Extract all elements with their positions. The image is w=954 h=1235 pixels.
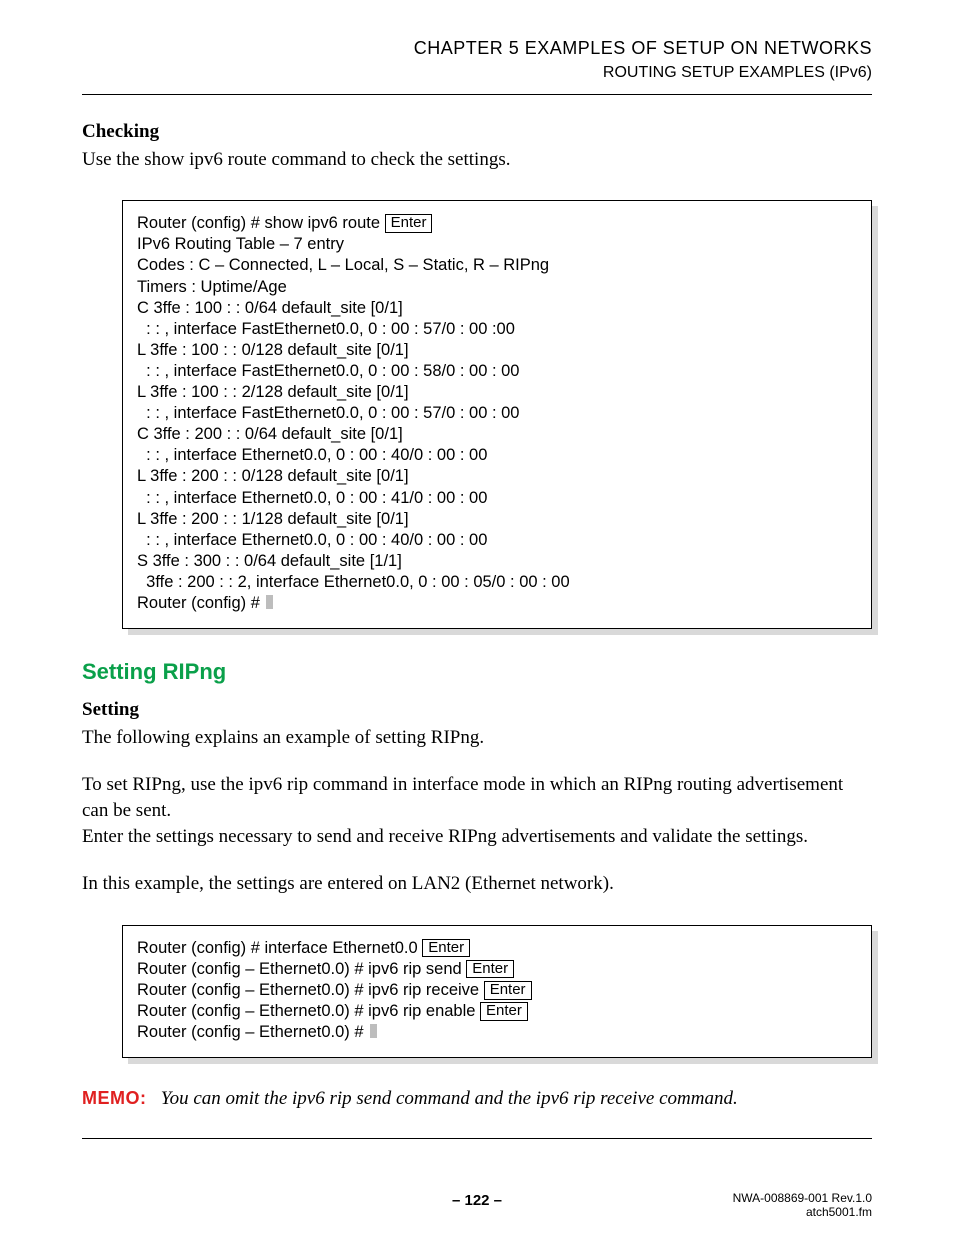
code-line: Codes : C – Connected, L – Local, S – St…: [137, 255, 857, 276]
code-line: : : , interface FastEthernet0.0, 0 : 00 …: [137, 403, 857, 424]
code-line: Timers : Uptime/Age: [137, 277, 857, 298]
code-text: Router (config) # interface Ethernet0.0: [137, 939, 422, 957]
footer-rev: NWA-008869-001 Rev.1.0: [733, 1191, 872, 1205]
code-line: L 3ffe : 200 : : 0/128 default_site [0/1…: [137, 466, 857, 487]
cursor-icon: [266, 595, 273, 609]
footer-doc-info: NWA-008869-001 Rev.1.0 atch5001.fm: [733, 1191, 872, 1220]
footer-file: atch5001.fm: [733, 1205, 872, 1219]
ripng-paragraph-1: The following explains an example of set…: [82, 725, 872, 751]
ripng-paragraph-3: Enter the settings necessary to send and…: [82, 824, 872, 850]
code-line: S 3ffe : 300 : : 0/64 default_site [1/1]: [137, 551, 857, 572]
code-text: Router (config – Ethernet0.0) # ipv6 rip…: [137, 981, 484, 999]
code-box: Router (config) # show ipv6 route Enter …: [122, 200, 872, 629]
code-line: : : , interface Ethernet0.0, 0 : 00 : 40…: [137, 445, 857, 466]
code-line: : : , interface Ethernet0.0, 0 : 00 : 40…: [137, 530, 857, 551]
memo-label: MEMO:: [82, 1088, 147, 1108]
page-header: CHAPTER 5 EXAMPLES OF SETUP ON NETWORKS …: [82, 36, 872, 84]
code-line: C 3ffe : 100 : : 0/64 default_site [0/1]: [137, 298, 857, 319]
enter-key-icon: Enter: [484, 981, 532, 1000]
code-line: Router (config – Ethernet0.0) # ipv6 rip…: [137, 959, 857, 980]
code-line: Router (config – Ethernet0.0) #: [137, 1022, 857, 1043]
checking-title: Checking: [82, 119, 872, 145]
code-line: Router (config) # show ipv6 route Enter: [137, 213, 857, 234]
code-line: : : , interface FastEthernet0.0, 0 : 00 …: [137, 319, 857, 340]
code-line: Router (config – Ethernet0.0) # ipv6 rip…: [137, 1001, 857, 1022]
ripng-paragraph-4: In this example, the settings are entere…: [82, 871, 872, 897]
code-prompt: Router (config – Ethernet0.0) #: [137, 1023, 368, 1041]
code-box: Router (config) # interface Ethernet0.0 …: [122, 925, 872, 1059]
code-line: L 3ffe : 200 : : 1/128 default_site [0/1…: [137, 509, 857, 530]
header-chapter: CHAPTER 5 EXAMPLES OF SETUP ON NETWORKS: [82, 36, 872, 60]
code-block-routing-table: Router (config) # show ipv6 route Enter …: [122, 200, 872, 629]
code-block-ripng-setting: Router (config) # interface Ethernet0.0 …: [122, 925, 872, 1059]
code-line: IPv6 Routing Table – 7 entry: [137, 234, 857, 255]
code-line: C 3ffe : 200 : : 0/64 default_site [0/1]: [137, 424, 857, 445]
setting-subheading: Setting: [82, 697, 872, 723]
code-line: 3ffe : 200 : : 2, interface Ethernet0.0,…: [137, 572, 857, 593]
code-line: L 3ffe : 100 : : 0/128 default_site [0/1…: [137, 340, 857, 361]
code-line: L 3ffe : 100 : : 2/128 default_site [0/1…: [137, 382, 857, 403]
enter-key-icon: Enter: [422, 939, 470, 958]
code-line: Router (config – Ethernet0.0) # ipv6 rip…: [137, 980, 857, 1001]
memo-note: MEMO: You can omit the ipv6 rip send com…: [82, 1086, 872, 1112]
checking-body: Use the show ipv6 route command to check…: [82, 147, 872, 173]
ripng-paragraph-2: To set RIPng, use the ipv6 rip command i…: [82, 772, 872, 823]
code-line: Router (config) # interface Ethernet0.0 …: [137, 938, 857, 959]
footer-rule: [82, 1138, 872, 1139]
header-section: ROUTING SETUP EXAMPLES (IPv6): [82, 62, 872, 84]
code-text: Router (config – Ethernet0.0) # ipv6 rip…: [137, 1002, 480, 1020]
code-text: Router (config) # show ipv6 route: [137, 214, 385, 232]
page-footer: – 122 – NWA-008869-001 Rev.1.0 atch5001.…: [82, 1191, 872, 1211]
code-line: : : , interface FastEthernet0.0, 0 : 00 …: [137, 361, 857, 382]
code-line: : : , interface Ethernet0.0, 0 : 00 : 41…: [137, 488, 857, 509]
memo-text: You can omit the ipv6 rip send command a…: [161, 1088, 738, 1109]
cursor-icon: [370, 1024, 377, 1038]
enter-key-icon: Enter: [480, 1002, 528, 1021]
code-line: Router (config) #: [137, 593, 857, 614]
enter-key-icon: Enter: [385, 214, 433, 233]
header-rule: [82, 94, 872, 95]
code-prompt: Router (config) #: [137, 594, 264, 612]
section-heading-ripng: Setting RIPng: [82, 657, 872, 687]
code-text: Router (config – Ethernet0.0) # ipv6 rip…: [137, 960, 466, 978]
enter-key-icon: Enter: [466, 960, 514, 979]
